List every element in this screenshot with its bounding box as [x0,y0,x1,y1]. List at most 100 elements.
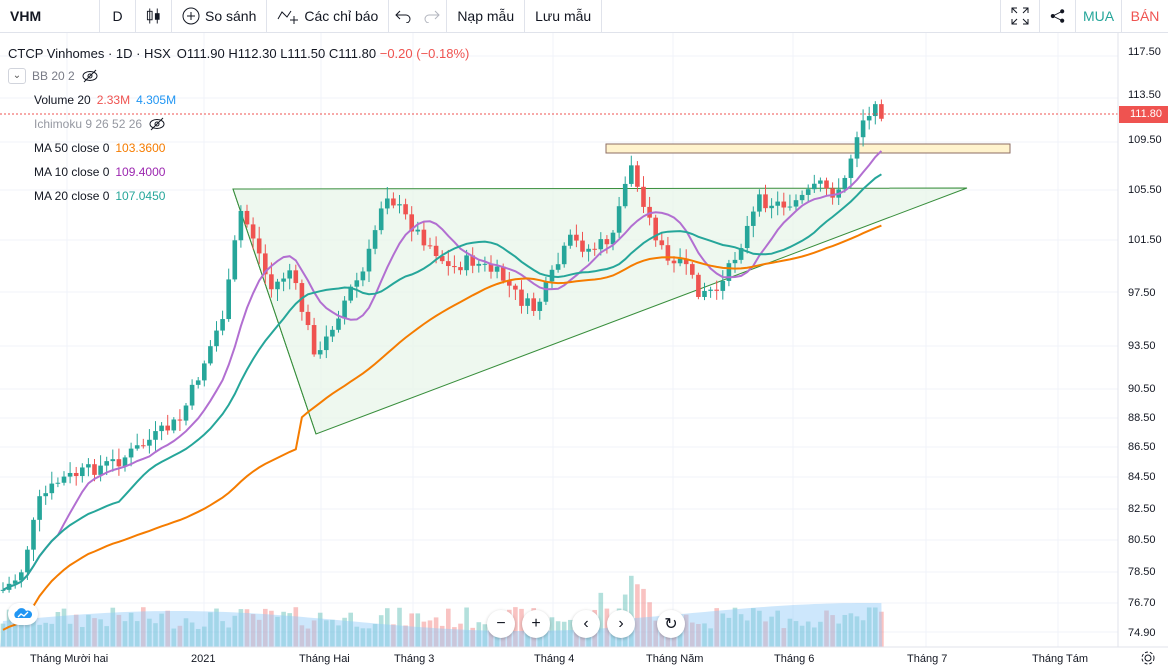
candle [86,464,91,468]
eye-off-icon[interactable] [148,117,166,131]
redo-button[interactable] [417,0,448,33]
candles-icon [146,8,160,24]
candle [671,260,677,264]
candle [183,405,189,421]
candle [214,330,219,347]
volume-ma-area [0,603,882,647]
redo-icon [424,10,440,23]
zoom-out-button[interactable]: − [487,610,515,638]
price-tick: 82.50 [1128,503,1156,515]
candle [25,549,30,573]
chart-type-button[interactable] [136,0,172,33]
undo-button[interactable] [389,0,417,33]
scroll-left-icon: ‹ [583,615,589,632]
price-tick: 74.90 [1128,627,1156,639]
price-tick: 117.50 [1128,46,1161,58]
candle [555,264,561,270]
candle [604,239,610,245]
scroll-left-button[interactable]: ‹ [572,610,600,638]
share-button[interactable] [1040,0,1076,33]
reset-chart-button[interactable]: ↻ [657,610,685,638]
collapse-icon[interactable]: ⌄ [8,68,26,84]
volume-value: 2.33M [96,93,131,107]
zoom-in-icon: + [531,615,541,632]
candle [134,445,140,449]
volume-ma-value: 4.305M [136,93,177,107]
save-template-button[interactable]: Lưu mẫu [525,0,603,33]
indicators-button[interactable]: Các chỉ báo [267,0,390,33]
candle [592,248,597,250]
candle [781,201,787,208]
candle [378,208,384,231]
candle [153,431,158,440]
close-value: C111.80 [328,46,377,61]
candle [110,459,116,462]
candle [714,289,719,291]
volume-legend[interactable]: Volume 20 2.33M 4.305M [34,93,176,107]
ma10-value: 109.4000 [115,165,166,179]
candle [421,229,427,246]
candle [696,274,701,297]
bb-legend[interactable]: ⌄ BB 20 2 [8,68,99,84]
candle [342,300,347,319]
candle [580,240,585,252]
candle [177,419,183,421]
candle [330,329,335,337]
candle [452,266,457,268]
candle [446,261,451,267]
sell-label: BÁN [1130,8,1160,24]
candle [622,183,628,207]
fullscreen-button[interactable] [1000,0,1040,33]
symbol-title: CTCP Vinhomes · 1D · HSX [8,46,171,61]
price-chart[interactable] [0,33,1168,670]
zoom-in-button[interactable]: + [522,610,550,638]
candle [586,248,591,252]
eye-off-icon[interactable] [81,69,99,83]
candle [690,264,695,275]
candle [31,519,36,550]
ichimoku-legend[interactable]: Ichimoku 9 26 52 26 [34,117,166,131]
interval-button[interactable]: D [100,0,136,33]
candle [159,425,164,432]
sell-button[interactable]: BÁN [1122,0,1168,33]
ma20-legend[interactable]: MA 20 close 0 107.0450 [34,189,165,203]
settings-icon [1141,651,1155,665]
candle [732,259,738,264]
ma50-legend[interactable]: MA 50 close 0 103.3600 [34,141,165,155]
symbol-label: VHM [10,8,42,24]
candle [464,255,469,271]
candle [818,180,823,184]
candle [269,274,274,290]
price-tick: 76.70 [1128,597,1156,609]
candle [799,194,805,201]
load-template-button[interactable]: Nạp mẫu [447,0,526,33]
candle [775,201,780,206]
tradingview-logo[interactable] [8,603,38,625]
candle [104,461,109,466]
price-tick: 90.50 [1128,383,1156,395]
candle [537,301,543,311]
time-tick: Tháng 6 [774,653,815,665]
time-tick: Tháng Mười hai [30,653,109,665]
ma10-label: MA 10 close 0 [34,165,110,179]
candle [293,270,299,284]
symbol-search[interactable]: VHM [0,0,100,33]
candle [43,493,48,497]
settings-button[interactable] [1140,650,1156,671]
ma10-legend[interactable]: MA 10 close 0 109.4000 [34,165,165,179]
compare-button[interactable]: So sánh [172,0,268,33]
last-price-label: 111.80 [1130,108,1163,120]
ma20-value: 107.0450 [115,189,166,203]
price-tick: 84.50 [1128,471,1156,483]
buy-button[interactable]: MUA [1076,0,1122,33]
candle [372,230,378,249]
candle [805,189,811,195]
candle [98,465,103,475]
candle [189,384,195,406]
resistance-rectangle[interactable] [605,143,1011,154]
scroll-right-button[interactable]: › [607,610,635,638]
candle [305,311,311,326]
candle [165,425,170,431]
candle [598,239,604,250]
high-value: H112.30 [228,46,277,61]
